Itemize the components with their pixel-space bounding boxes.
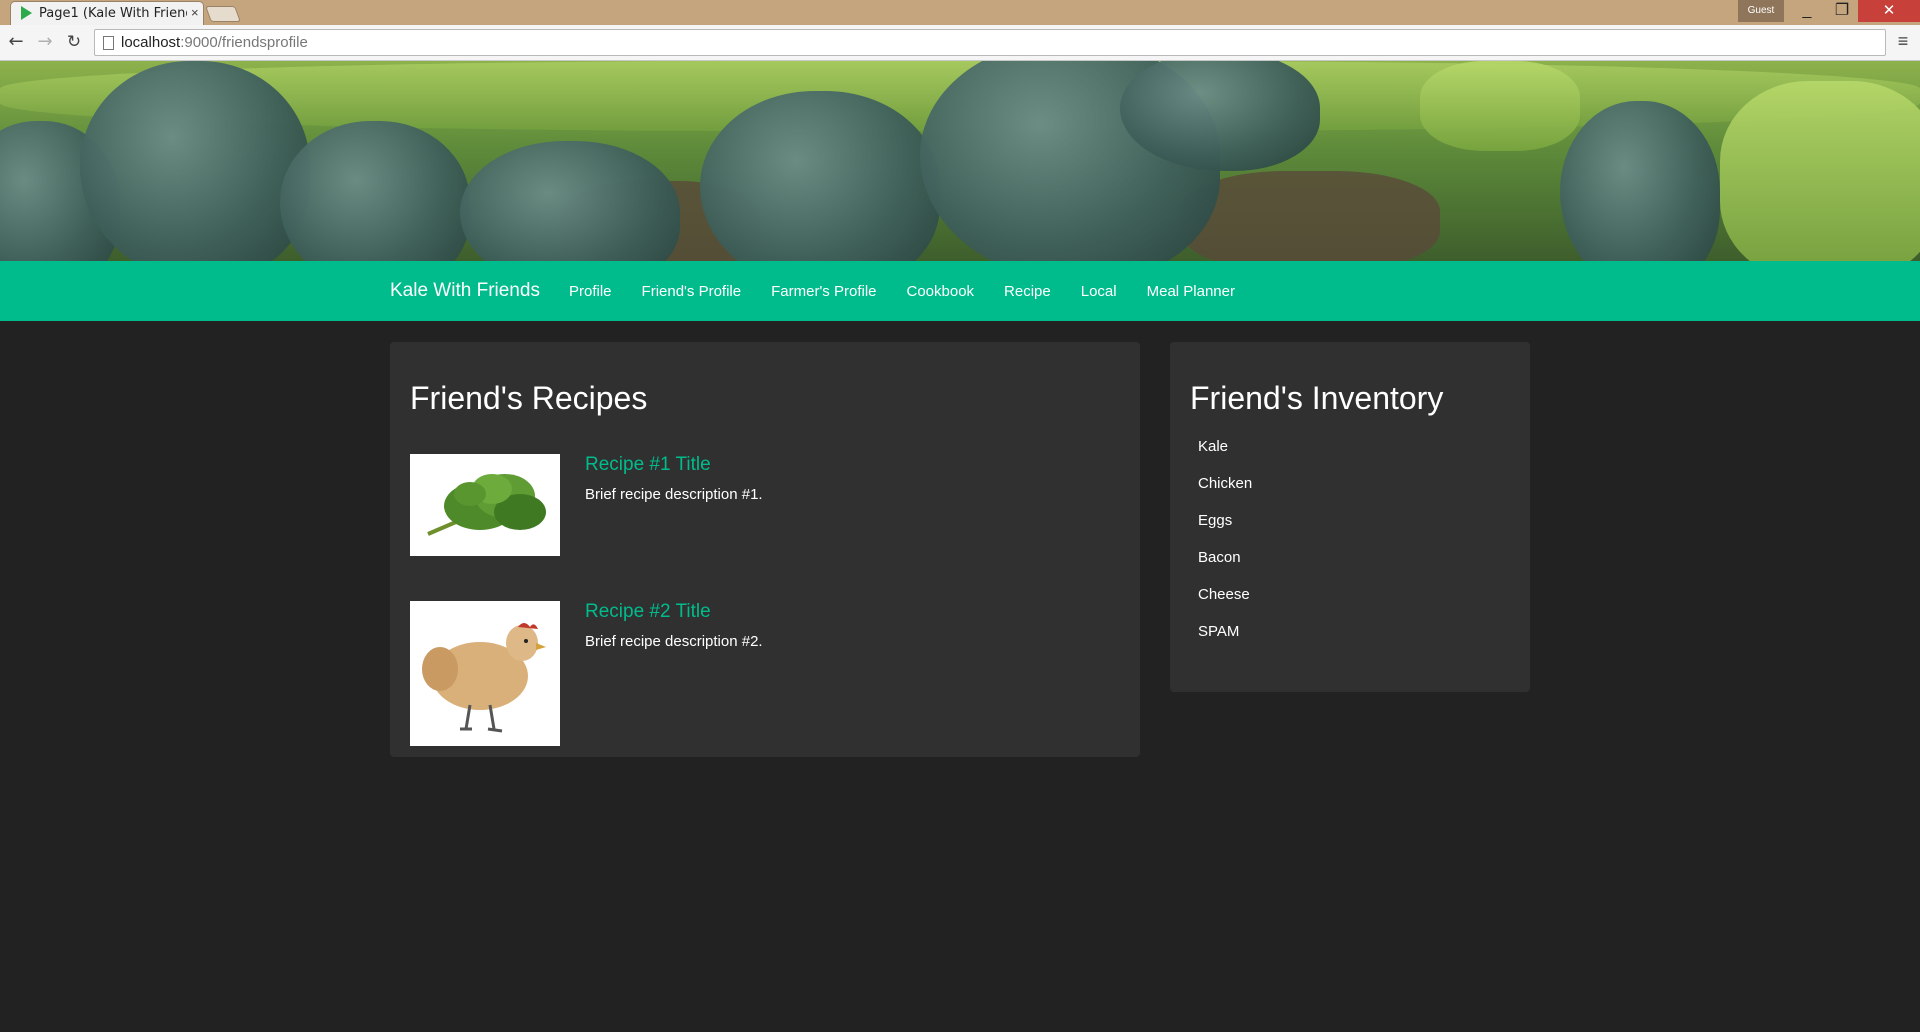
kale-illustration: [410, 454, 560, 556]
nav-link-local[interactable]: Local: [1081, 283, 1117, 300]
menu-icon[interactable]: ≡: [1894, 31, 1912, 53]
kale-image[interactable]: [410, 454, 560, 556]
new-tab-button[interactable]: [205, 6, 241, 22]
nav-link-friends-profile[interactable]: Friend's Profile: [642, 283, 742, 300]
recipes-panel: Friend's Recipes Recipe #1 Title Brief r…: [390, 342, 1140, 757]
inventory-item: Kale: [1198, 438, 1229, 455]
grass-patch: [1720, 81, 1920, 261]
nav-link-meal-planner[interactable]: Meal Planner: [1147, 283, 1235, 300]
inventory-item: Eggs: [1198, 512, 1233, 529]
back-arrow-icon[interactable]: ←: [5, 31, 27, 53]
url-path: :9000/friendsprofile: [180, 34, 308, 51]
tab-title: Page1 (Kale With Friends): [39, 6, 187, 21]
inventory-list: Kale Chicken Eggs Bacon Cheese SPAM: [1198, 438, 1252, 660]
inventory-item: Bacon: [1198, 549, 1241, 566]
kale-leaf: [80, 61, 310, 261]
nav-link-recipe[interactable]: Recipe: [1004, 283, 1051, 300]
nav-link-farmers-profile[interactable]: Farmer's Profile: [771, 283, 876, 300]
page-icon: [103, 36, 114, 50]
main-navbar: Kale With Friends Profile Friend's Profi…: [0, 261, 1920, 321]
forward-arrow-icon[interactable]: →: [34, 31, 56, 53]
maximize-icon[interactable]: ❐: [1825, 0, 1859, 22]
browser-titlebar: Page1 (Kale With Friends) × Guest _ ❐ ✕: [0, 0, 1920, 25]
kale-leaf: [1560, 101, 1720, 261]
inventory-heading: Friend's Inventory: [1190, 380, 1444, 416]
brand-link[interactable]: Kale With Friends: [390, 280, 540, 302]
inventory-item: Cheese: [1198, 586, 1250, 603]
inventory-panel: Friend's Inventory Kale Chicken Eggs Bac…: [1170, 342, 1530, 692]
recipe-title-link[interactable]: Recipe #2 Title: [585, 601, 711, 623]
close-window-icon[interactable]: ✕: [1858, 0, 1920, 22]
hero-banner-image: [0, 61, 1920, 261]
recipe-description: Brief recipe description #2.: [585, 633, 763, 650]
chicken-illustration: [410, 601, 560, 746]
browser-tab[interactable]: Page1 (Kale With Friends) ×: [10, 1, 204, 25]
url-host: localhost: [121, 34, 181, 51]
nav-link-cookbook[interactable]: Cookbook: [907, 283, 975, 300]
url-text: localhost:9000/friendsprofile: [121, 34, 308, 51]
recipes-heading: Friend's Recipes: [410, 380, 648, 416]
inventory-item: SPAM: [1198, 623, 1240, 640]
minimize-icon[interactable]: _: [1790, 0, 1824, 22]
play-favicon-icon: [21, 6, 32, 20]
inventory-item: Chicken: [1198, 475, 1253, 492]
grass-patch: [1420, 61, 1580, 151]
chicken-image[interactable]: [410, 601, 560, 746]
recipe-description: Brief recipe description #1.: [585, 486, 763, 503]
nav-links: Profile Friend's Profile Farmer's Profil…: [569, 283, 1235, 300]
address-bar[interactable]: localhost:9000/friendsprofile: [94, 29, 1886, 56]
kale-leaf: [280, 121, 470, 261]
tab-close-icon[interactable]: ×: [191, 5, 199, 20]
recipe-title-link[interactable]: Recipe #1 Title: [585, 454, 711, 476]
reload-icon[interactable]: ↻: [63, 31, 85, 53]
guest-profile-badge[interactable]: Guest: [1738, 0, 1784, 22]
browser-toolbar: ← → ↻ localhost:9000/friendsprofile ≡: [0, 25, 1920, 61]
kale-leaf: [460, 141, 680, 261]
kale-leaf: [700, 91, 940, 261]
nav-link-profile[interactable]: Profile: [569, 283, 612, 300]
